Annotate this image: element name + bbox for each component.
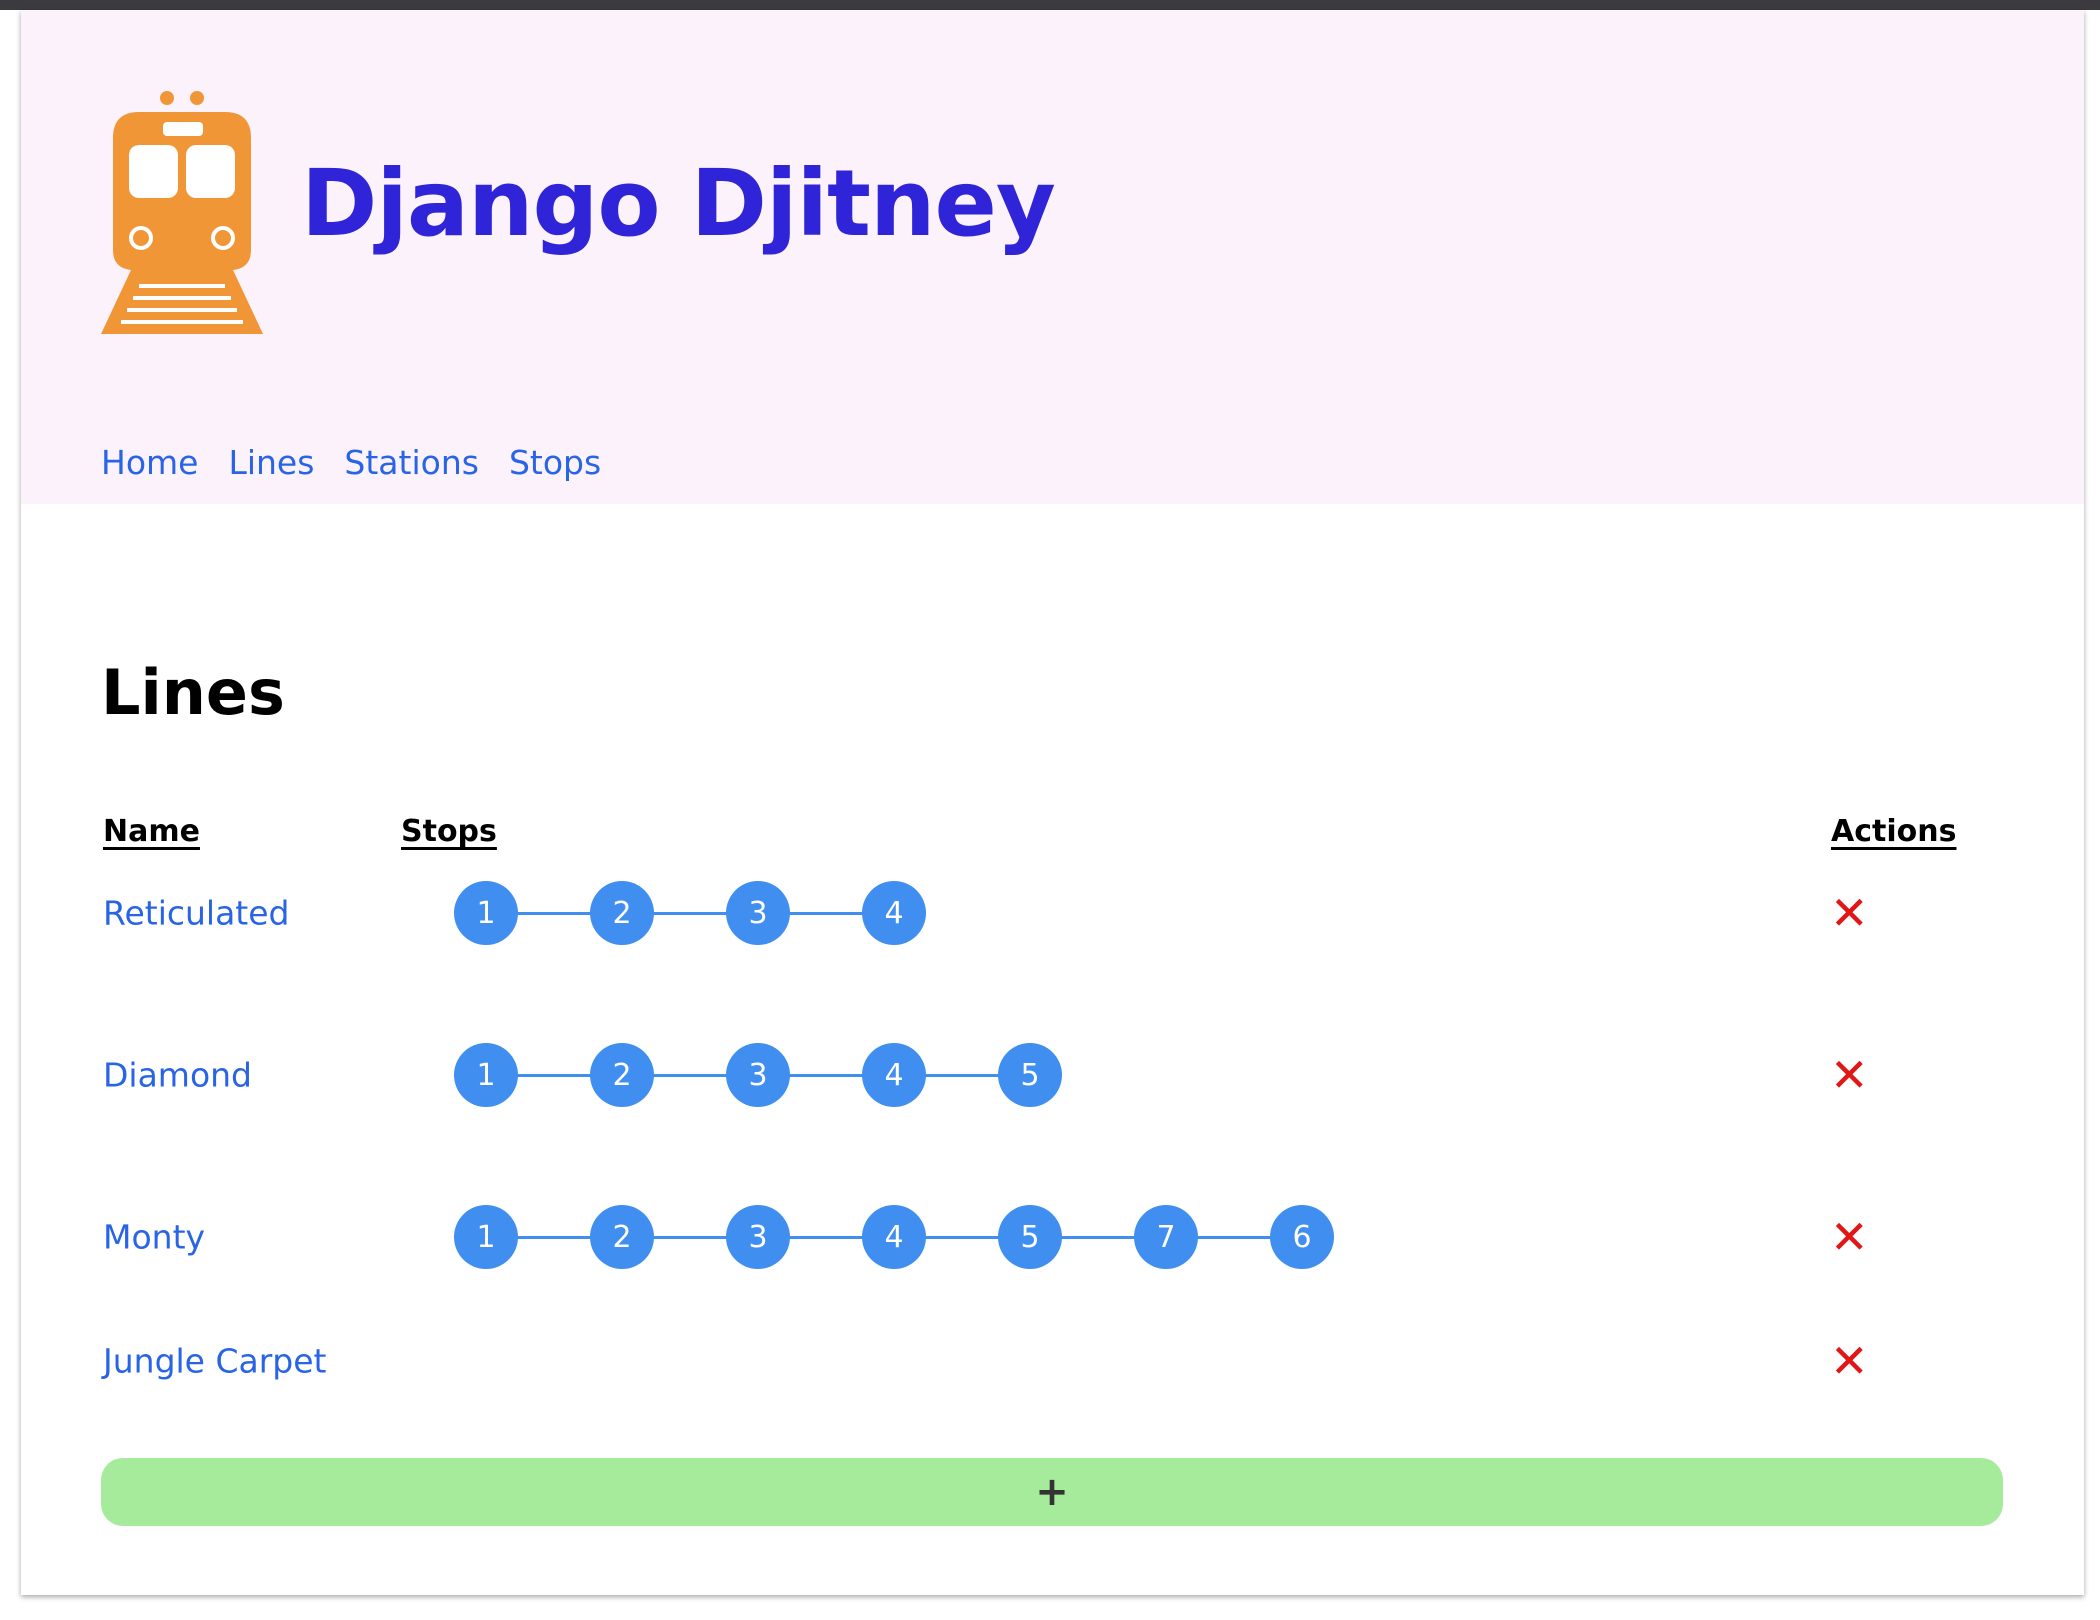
table-row: Monty 1 2 3 4 5 7 6 ✕ — [101, 1202, 2001, 1272]
stops-connector-line — [486, 912, 894, 915]
stop-circle[interactable]: 3 — [726, 1205, 790, 1269]
line-name-link[interactable]: Monty — [103, 1218, 205, 1257]
delete-line-close-icon[interactable]: ✕ — [1830, 1214, 1869, 1260]
stop-circle[interactable]: 2 — [590, 1043, 654, 1107]
stop-circle[interactable]: 6 — [1270, 1205, 1334, 1269]
site-title: Django Djitney — [301, 150, 1056, 257]
stop-circle[interactable]: 3 — [726, 881, 790, 945]
page-title: Lines — [101, 656, 285, 729]
stop-circle[interactable]: 4 — [862, 881, 926, 945]
train-logo-icon — [101, 91, 263, 334]
add-line-button[interactable]: + — [101, 1458, 2003, 1526]
main-nav: Home Lines Stations Stops — [101, 443, 601, 482]
delete-line-close-icon[interactable]: ✕ — [1830, 890, 1869, 936]
line-name-link[interactable]: Reticulated — [103, 894, 290, 933]
stop-circle[interactable]: 5 — [998, 1043, 1062, 1107]
nav-lines[interactable]: Lines — [228, 443, 314, 482]
stop-circle[interactable]: 1 — [454, 1043, 518, 1107]
column-header-name: Name — [103, 814, 200, 849]
column-header-actions: Actions — [1831, 814, 1957, 849]
delete-line-close-icon[interactable]: ✕ — [1830, 1338, 1869, 1384]
stop-circle[interactable]: 5 — [998, 1205, 1062, 1269]
stop-circle[interactable]: 1 — [454, 1205, 518, 1269]
stop-circle[interactable]: 3 — [726, 1043, 790, 1107]
stop-circle[interactable]: 2 — [590, 1205, 654, 1269]
table-row: Jungle Carpet ✕ — [101, 1326, 2001, 1396]
stop-circle[interactable]: 7 — [1134, 1205, 1198, 1269]
stop-circle[interactable]: 4 — [862, 1205, 926, 1269]
line-name-link[interactable]: Jungle Carpet — [103, 1342, 327, 1381]
site-header: Django Djitney Home Lines Stations Stops — [21, 10, 2084, 504]
delete-line-close-icon[interactable]: ✕ — [1830, 1052, 1869, 1098]
table-row: Diamond 1 2 3 4 5 ✕ — [101, 1040, 2001, 1110]
stop-circle[interactable]: 4 — [862, 1043, 926, 1107]
stop-circle[interactable]: 1 — [454, 881, 518, 945]
stop-circle[interactable]: 2 — [590, 881, 654, 945]
line-name-link[interactable]: Diamond — [103, 1056, 252, 1095]
nav-stops[interactable]: Stops — [509, 443, 601, 482]
nav-home[interactable]: Home — [101, 443, 198, 482]
window-top-bar — [0, 0, 2100, 10]
page-frame: Django Djitney Home Lines Stations Stops… — [21, 10, 2084, 1595]
table-row: Reticulated 1 2 3 4 ✕ — [101, 878, 2001, 948]
nav-stations[interactable]: Stations — [344, 443, 479, 482]
column-header-stops: Stops — [401, 814, 497, 849]
